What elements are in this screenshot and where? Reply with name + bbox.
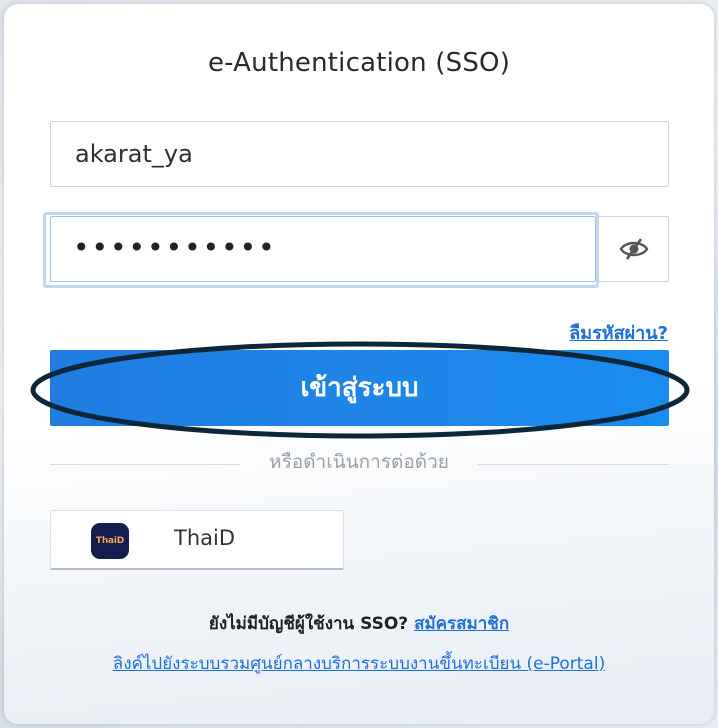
divider-line-left <box>50 464 240 465</box>
forgot-password-link[interactable]: ลืมรหัสผ่าน? <box>569 318 668 347</box>
username-field[interactable]: akarat_ya <box>50 121 669 187</box>
thaid-label: ThaiD <box>174 526 236 550</box>
divider-text: หรือดำเนินการต่อด้วย <box>269 452 449 472</box>
thaid-login-button[interactable]: ThaiD ThaiD <box>50 510 344 570</box>
password-value: ••••••••••• <box>73 231 277 264</box>
divider-line-right <box>478 464 669 465</box>
e-portal-link[interactable]: ลิงค์ไปยังระบบรวมศูนย์กลางบริการระบบงานข… <box>0 650 718 677</box>
eye-slash-icon <box>619 238 649 260</box>
thaid-logo: ThaiD <box>91 523 129 559</box>
username-value: akarat_ya <box>75 140 193 168</box>
signup-prompt: ยังไม่มีบัญชีผู้ใช้งาน SSO? <box>208 614 409 634</box>
signup-link[interactable]: สมัครสมาชิก <box>414 614 509 634</box>
password-field[interactable]: ••••••••••• <box>50 216 596 282</box>
toggle-password-visibility-button[interactable] <box>598 216 669 282</box>
login-button[interactable]: เข้าสู่ระบบ <box>50 350 669 426</box>
page-title: e-Authentication (SSO) <box>207 48 511 78</box>
signup-row: ยังไม่มีบัญชีผู้ใช้งาน SSO? สมัครสมาชิก <box>0 610 718 637</box>
